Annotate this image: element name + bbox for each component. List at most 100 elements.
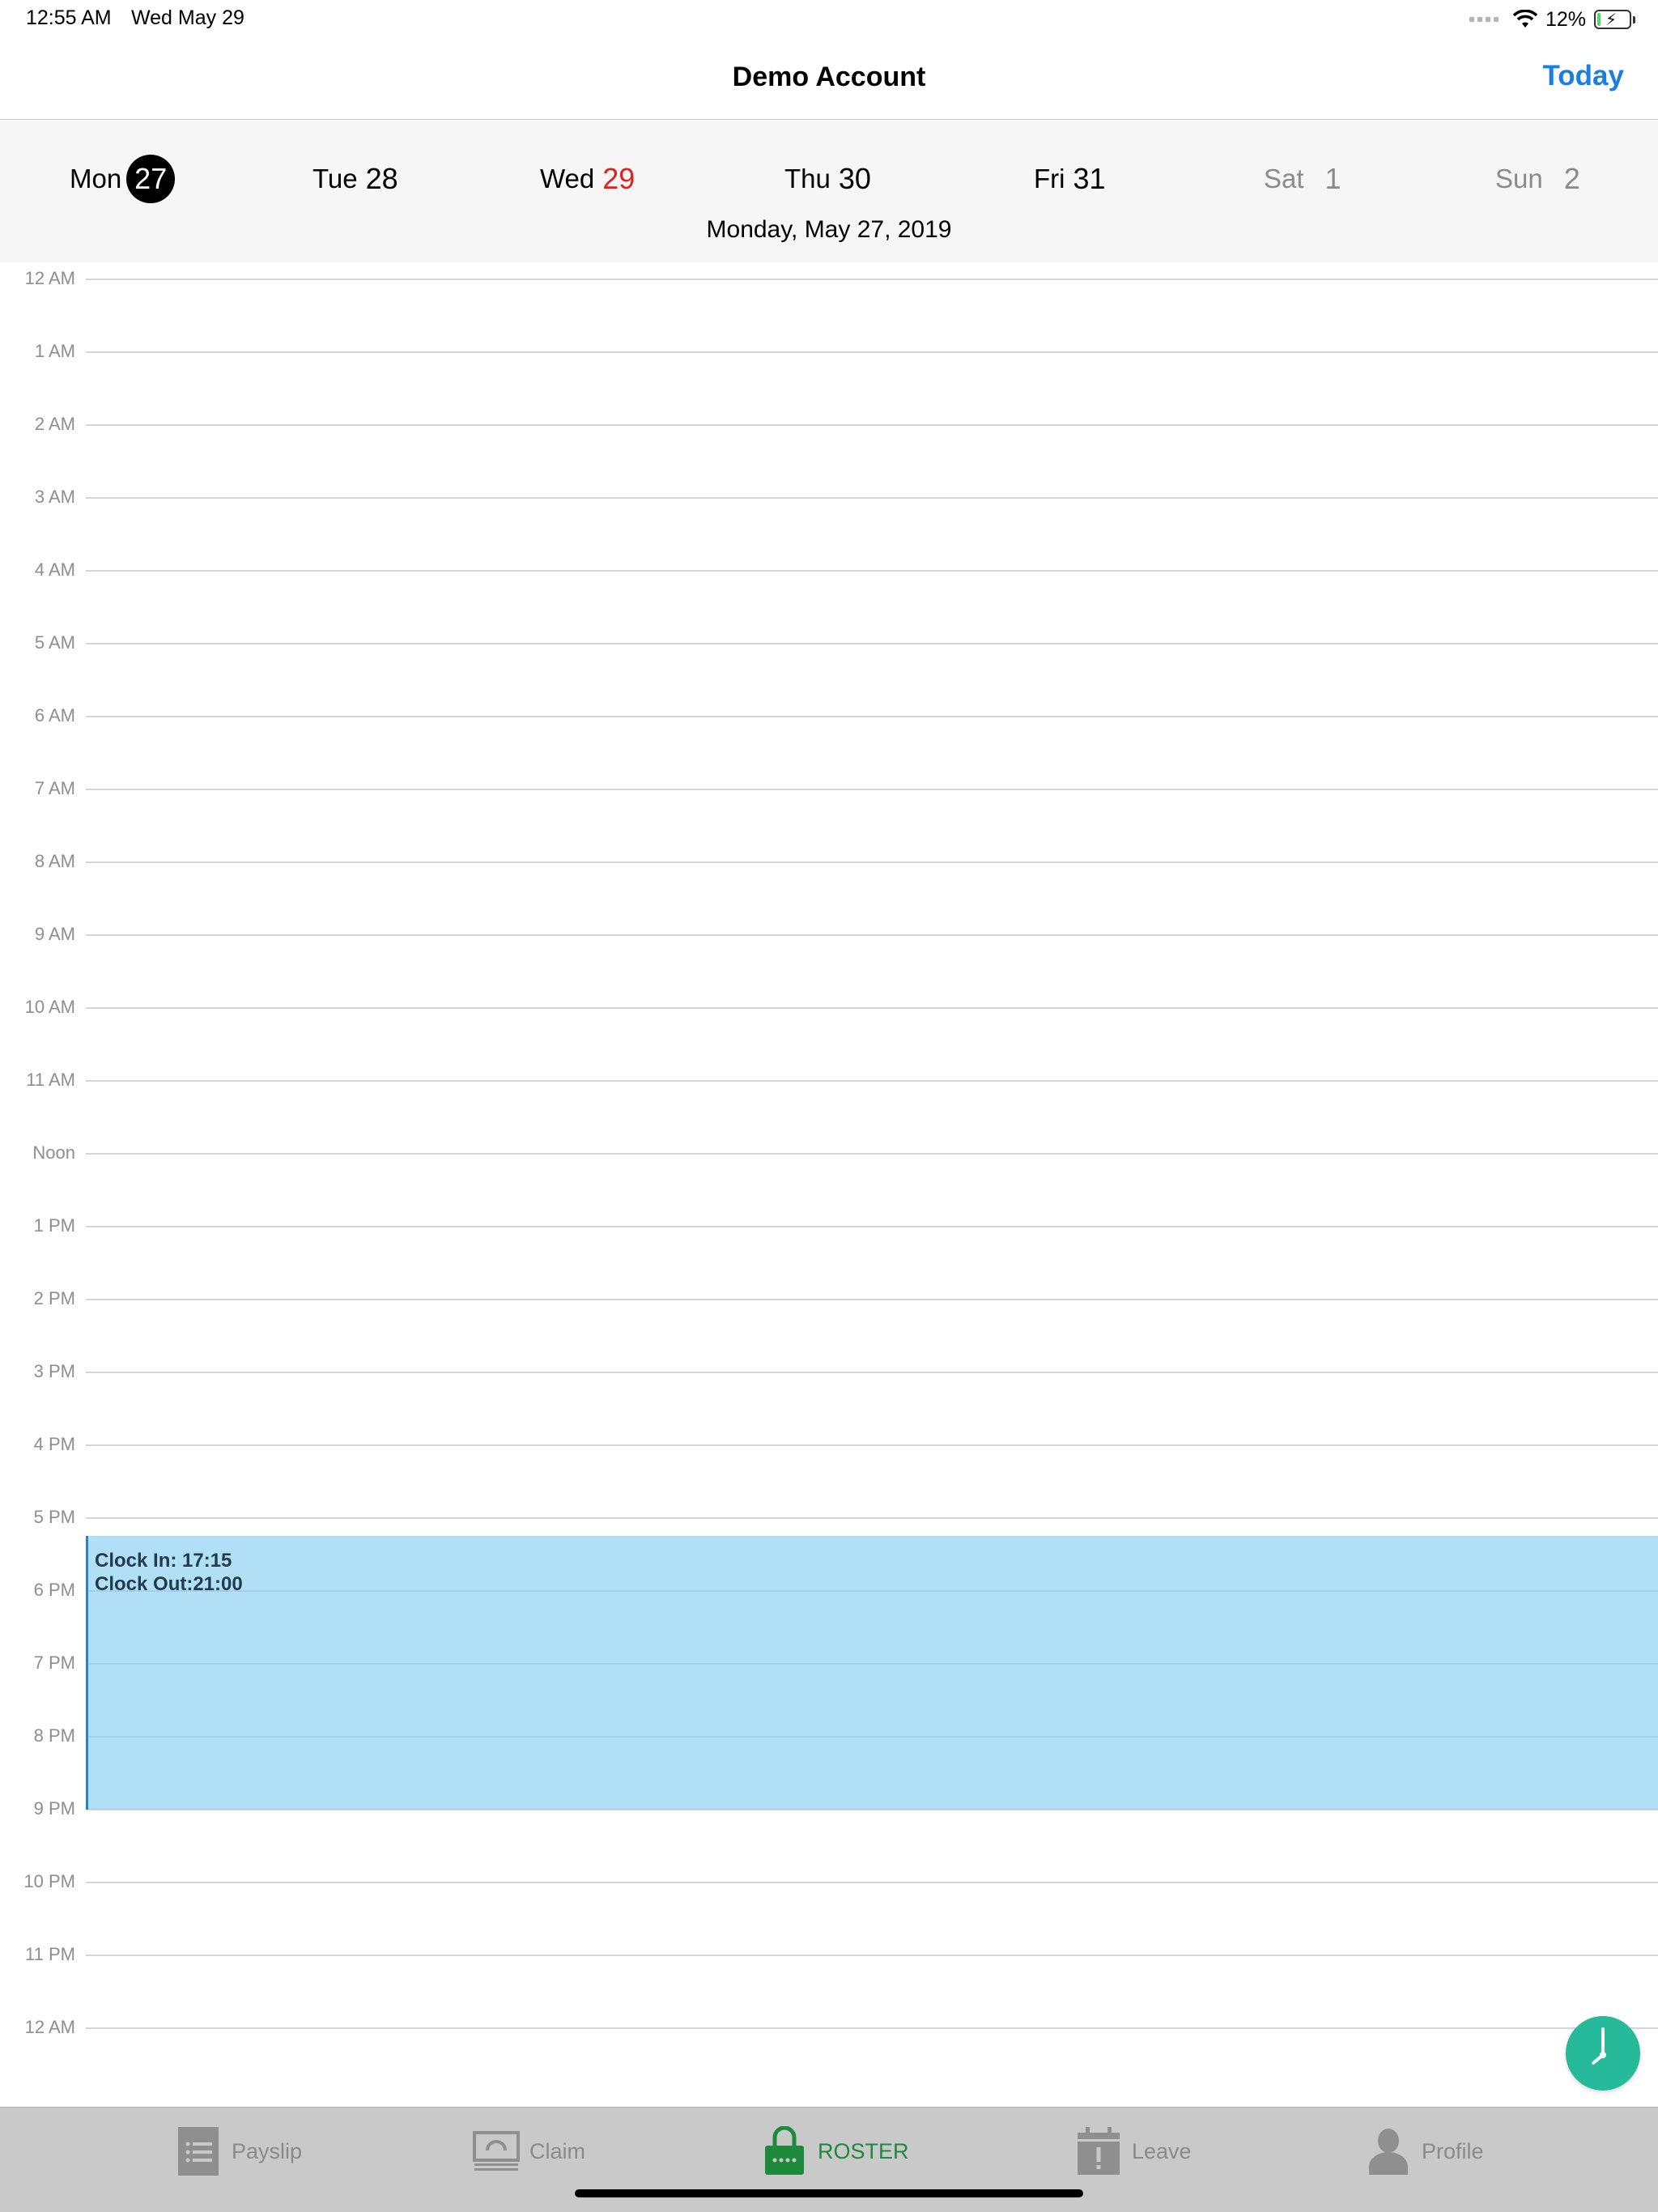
hour-line xyxy=(86,570,1658,572)
status-bar: 12:55 AM Wed May 29 12% ⚡ xyxy=(0,0,1658,39)
tab-payslip[interactable]: Payslip xyxy=(175,2124,302,2179)
tab-label: Profile xyxy=(1422,2138,1484,2163)
hour-row: 12 AM xyxy=(0,2017,1658,2037)
day-thu[interactable]: Thu 30 xyxy=(784,155,871,203)
week-day-selector: Mon 27 Tue 28 Wed 29 Thu 30 Fri 31 Sat 1… xyxy=(0,121,1658,262)
hour-row: 11 AM xyxy=(0,1070,1658,1090)
hour-line xyxy=(86,1007,1658,1009)
hour-row: 4 PM xyxy=(0,1434,1658,1454)
day-name: Fri xyxy=(1034,164,1065,194)
page-title: Demo Account xyxy=(732,62,926,92)
hour-label: 9 AM xyxy=(34,924,75,944)
hour-label: 9 PM xyxy=(33,1798,75,1819)
event-details: Clock In: 17:15 Clock Out:21:00 xyxy=(95,1549,243,1596)
clock-in-text: Clock In: 17:15 xyxy=(95,1550,232,1572)
day-number-today: 29 xyxy=(602,162,636,195)
hour-label: 11 PM xyxy=(25,1944,75,1964)
hour-row: 12 AM xyxy=(0,268,1658,288)
hour-row: 1 PM xyxy=(0,1215,1658,1236)
hour-row: 2 PM xyxy=(0,1288,1658,1308)
day-tue[interactable]: Tue 28 xyxy=(312,155,398,203)
day-number: 28 xyxy=(365,162,398,195)
hour-row: 10 PM xyxy=(0,1871,1658,1891)
selected-date-label: Monday, May 27, 2019 xyxy=(706,216,952,243)
claim-icon xyxy=(473,2126,520,2176)
hour-line xyxy=(86,1517,1658,1519)
roster-icon xyxy=(761,2126,808,2176)
hour-label: 5 PM xyxy=(33,1507,75,1527)
hour-label: 12 AM xyxy=(24,268,75,288)
hour-row: 7 AM xyxy=(0,778,1658,798)
hour-label: 12 AM xyxy=(24,2017,75,2037)
hour-line xyxy=(86,351,1658,353)
clock-icon xyxy=(1592,2027,1606,2065)
tab-roster[interactable]: ROSTER xyxy=(761,2124,909,2179)
clock-button[interactable] xyxy=(1566,2016,1640,2091)
hour-line xyxy=(86,497,1658,499)
hour-row: 3 AM xyxy=(0,487,1658,507)
tab-label: ROSTER xyxy=(818,2138,909,2163)
today-button[interactable]: Today xyxy=(1543,60,1624,92)
tab-profile[interactable]: Profile xyxy=(1365,2124,1484,2179)
hour-label: 10 PM xyxy=(23,1871,75,1891)
day-timeline[interactable]: 12 AM 1 AM 2 AM 3 AM 4 AM 5 AM 6 AM 7 AM… xyxy=(0,262,1658,2107)
hour-label: 2 PM xyxy=(33,1288,75,1308)
day-sat[interactable]: Sat 1 xyxy=(1264,155,1341,203)
status-indicators: 12% ⚡ xyxy=(1469,5,1635,34)
hour-label: 5 AM xyxy=(34,632,75,653)
day-name: Tue xyxy=(312,164,358,194)
hour-label: 4 PM xyxy=(33,1434,75,1454)
hour-row: 5 AM xyxy=(0,632,1658,653)
day-sun[interactable]: Sun 2 xyxy=(1495,155,1580,203)
leave-icon xyxy=(1075,2126,1122,2176)
hour-row: 1 AM xyxy=(0,341,1658,361)
hour-label: 4 AM xyxy=(34,559,75,580)
hour-label: 1 PM xyxy=(33,1215,75,1236)
hour-row: 8 AM xyxy=(0,851,1658,871)
day-number: 31 xyxy=(1073,162,1106,195)
hour-label: 10 AM xyxy=(24,997,75,1017)
hour-line xyxy=(86,1372,1658,1373)
hour-line xyxy=(86,789,1658,790)
payslip-icon xyxy=(175,2126,222,2176)
day-name: Mon xyxy=(70,164,122,194)
hour-line xyxy=(86,1299,1658,1300)
day-fri[interactable]: Fri 31 xyxy=(1034,155,1106,203)
hour-label: 1 AM xyxy=(34,341,75,361)
hour-row: Noon xyxy=(0,1142,1658,1163)
battery-percent: 12% xyxy=(1545,7,1586,31)
roster-shift-event[interactable]: Clock In: 17:15 Clock Out:21:00 xyxy=(86,1536,1658,1810)
day-wed[interactable]: Wed 29 xyxy=(540,155,635,203)
hour-label: 6 AM xyxy=(34,705,75,725)
hour-label: 6 PM xyxy=(33,1580,75,1600)
hour-line xyxy=(86,424,1658,426)
day-number-selected: 27 xyxy=(126,155,176,203)
navigation-bar: Demo Account Today xyxy=(0,39,1658,120)
day-number: 2 xyxy=(1563,162,1580,195)
home-indicator[interactable] xyxy=(575,2189,1083,2197)
hour-row: 5 PM xyxy=(0,1507,1658,1527)
wifi-icon xyxy=(1512,10,1537,29)
hour-label: 7 PM xyxy=(33,1653,75,1673)
tab-claim[interactable]: Claim xyxy=(473,2124,585,2179)
hour-line xyxy=(86,861,1658,863)
day-name: Sat xyxy=(1264,164,1304,194)
tab-label: Payslip xyxy=(232,2138,303,2163)
hour-row: 4 AM xyxy=(0,559,1658,580)
hour-line xyxy=(86,1226,1658,1227)
profile-icon xyxy=(1365,2126,1412,2176)
hour-label: 8 AM xyxy=(34,851,75,871)
tab-label: Leave xyxy=(1132,2138,1192,2163)
hour-label: Noon xyxy=(32,1142,75,1163)
hour-label: 3 PM xyxy=(33,1361,75,1381)
hour-line xyxy=(86,934,1658,936)
day-mon[interactable]: Mon 27 xyxy=(70,155,176,203)
cellular-signal-icon xyxy=(1469,17,1499,22)
hour-row: 6 AM xyxy=(0,705,1658,725)
day-name: Sun xyxy=(1495,164,1543,194)
tab-leave[interactable]: Leave xyxy=(1075,2124,1192,2179)
hour-label: 11 AM xyxy=(26,1070,75,1090)
hour-line xyxy=(86,1955,1658,1956)
hour-label: 7 AM xyxy=(34,778,75,798)
tab-label: Claim xyxy=(529,2138,586,2163)
